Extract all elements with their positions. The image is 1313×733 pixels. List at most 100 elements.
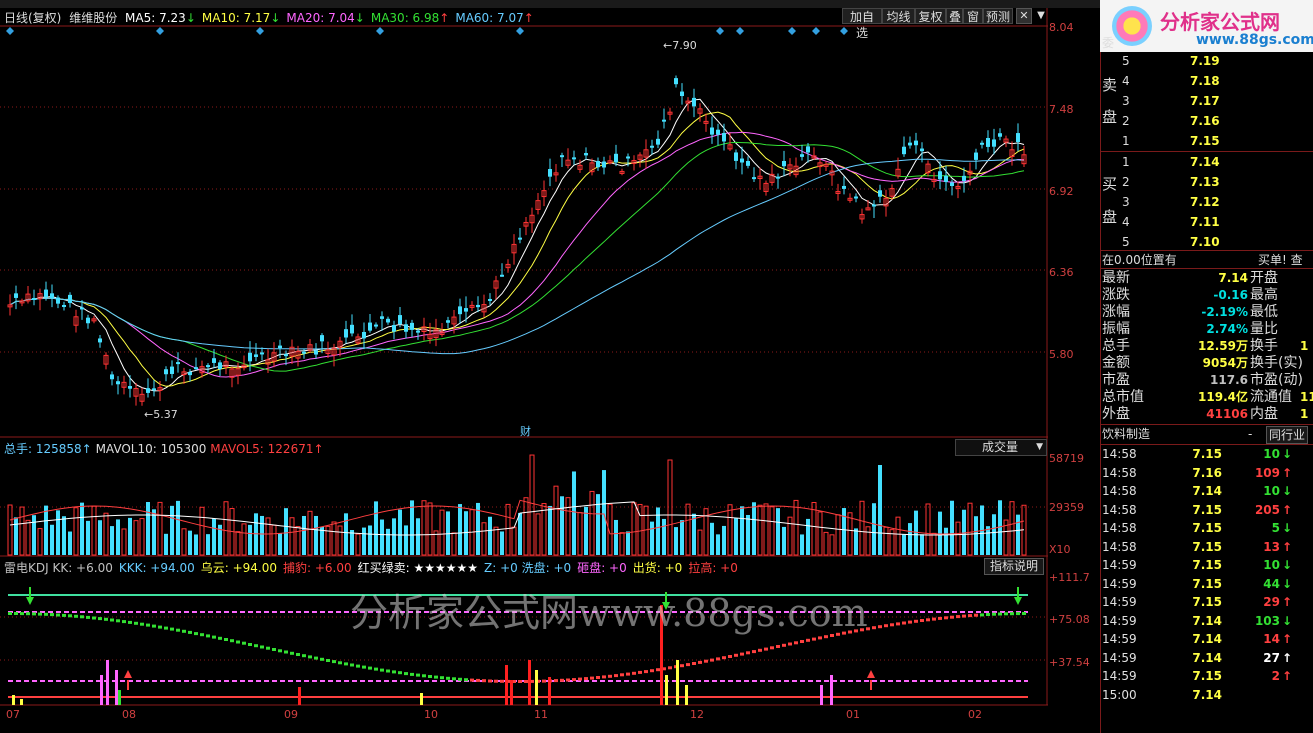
- tick-price: 7.14: [1192, 484, 1222, 498]
- tick-price: 7.14: [1192, 614, 1222, 628]
- ma-legend-item: MA20: 7.04: [286, 11, 355, 25]
- stat-label: 总手: [1102, 338, 1130, 354]
- arrow-down-icon: ↓: [1282, 577, 1293, 591]
- tick-volume: 2: [1271, 669, 1280, 683]
- price-axis-label: 8.04: [1049, 21, 1074, 34]
- price-axis-label: 7.48: [1049, 103, 1074, 116]
- sell-level-price[interactable]: 7.19: [1190, 52, 1220, 70]
- industry-dash: -: [1248, 427, 1253, 441]
- close-chart-button[interactable]: ✕: [1016, 8, 1032, 24]
- volume-dropdown[interactable]: 成交量 ▼: [955, 439, 1047, 456]
- stat-label: 最新: [1102, 270, 1130, 286]
- stat-value: 9054万: [1202, 356, 1248, 370]
- buy-level-price[interactable]: 7.10: [1190, 233, 1220, 251]
- buy-label-bottom: 盘: [1102, 208, 1118, 226]
- stat-value: 117.6: [1210, 373, 1248, 387]
- arrow-up-icon: ↑: [1282, 540, 1293, 554]
- chart-button[interactable]: 叠: [946, 8, 963, 24]
- tick-volume: 44: [1263, 577, 1280, 591]
- tick-price: 7.14: [1192, 651, 1222, 665]
- arrow-down-icon: ↓: [1282, 484, 1293, 498]
- ma-arrow: ↑: [439, 11, 450, 25]
- stat-label-right: 最低: [1250, 304, 1278, 320]
- buy-level-index: 2: [1122, 175, 1130, 189]
- ma-legend-item: MA60: 7.07: [455, 11, 524, 25]
- tick-time: 14:58: [1102, 447, 1137, 461]
- indicator-legend: 雷电KDJ KK: +6.00 KKK: +94.00 乌云: +94.00 捕豹: …: [4, 559, 744, 576]
- stat-value: 12.59万: [1198, 339, 1248, 353]
- tick-price: 7.15: [1192, 595, 1222, 609]
- tick-row: 14:58 7.15 205 ↑: [1102, 501, 1292, 519]
- stat-label-right: 量比: [1250, 321, 1278, 337]
- tick-row: 14:59 7.15 29 ↑: [1102, 593, 1292, 611]
- indicator-legend-item: 捕豹: +6.00: [283, 561, 352, 575]
- moving-average-lines: [9, 98, 1025, 392]
- indicator-legend-item: 乌云: +94.00: [200, 561, 277, 575]
- tick-time: 14:59: [1102, 595, 1137, 609]
- sell-level-price[interactable]: 7.15: [1190, 132, 1220, 150]
- chart-button[interactable]: 加自选: [842, 8, 882, 40]
- arrow-down-icon: ↓: [1282, 558, 1293, 572]
- date-axis-label: 07: [6, 708, 20, 721]
- arrow-up-icon: ↑: [1282, 669, 1293, 683]
- tick-row: 14:59 7.14 103 ↓: [1102, 612, 1292, 630]
- ma-legend-item: MA30: 6.98: [370, 11, 440, 25]
- indicator-axis-label: +37.54: [1049, 656, 1090, 669]
- stock-name: 维维股份: [69, 11, 118, 25]
- chart-button[interactable]: 均线: [882, 8, 915, 24]
- volume-legend: 总手: 125858↑ MAVOL10: 105300 MAVOL5: 1226…: [4, 442, 324, 456]
- tick-price: 7.15: [1192, 447, 1222, 461]
- tick-price: 7.14: [1192, 632, 1222, 646]
- flower-logo-icon: [1112, 6, 1152, 46]
- indicator-legend-item: 红买绿卖: ★★★★★★: [357, 561, 479, 575]
- high-annotation: ←7.90: [663, 39, 697, 52]
- tick-time: 14:58: [1102, 484, 1137, 498]
- stat-label: 总市值: [1102, 389, 1144, 405]
- stat-label: 振幅: [1102, 321, 1130, 337]
- stat-label-right: 开盘: [1250, 270, 1278, 286]
- sell-level-price[interactable]: 7.18: [1190, 72, 1220, 90]
- position-left: 在0.00位置有: [1102, 253, 1177, 267]
- buy-level-price[interactable]: 7.12: [1190, 193, 1220, 211]
- sell-level-price[interactable]: 7.16: [1190, 112, 1220, 130]
- chevron-down-icon[interactable]: ▼: [1034, 8, 1048, 24]
- date-axis-label: 11: [534, 708, 548, 721]
- arrow-up-icon: ↑: [1282, 651, 1293, 665]
- chart-button[interactable]: 预测: [983, 8, 1013, 24]
- stat-label: 市盈: [1102, 372, 1130, 388]
- indicator-help-button[interactable]: 指标说明: [984, 558, 1044, 575]
- sell-level-index: 4: [1122, 74, 1130, 88]
- ma-legend-item: MA5: 7.23: [125, 11, 186, 25]
- sell-level-index: 1: [1122, 134, 1130, 148]
- tick-row: 14:58 7.15 13 ↑: [1102, 538, 1292, 556]
- volume-total: 总手: 125858: [4, 442, 82, 456]
- sell-level-price[interactable]: 7.17: [1190, 92, 1220, 110]
- stat-value: -0.16: [1213, 288, 1248, 302]
- indicator-axis-label: +111.7: [1049, 571, 1090, 584]
- tick-volume: 5: [1271, 521, 1280, 535]
- stat-partial-value: 11: [1300, 390, 1313, 404]
- tick-time: 14:59: [1102, 669, 1137, 683]
- site-logo: 分析家公式网 www.88gs.com: [1100, 0, 1313, 52]
- ma-arrow: ↓: [354, 11, 365, 25]
- buy-level-price[interactable]: 7.11: [1190, 213, 1220, 231]
- date-axis-label: 12: [690, 708, 704, 721]
- indicator-legend-item: 雷电KDJ KK: +6.00: [4, 561, 113, 575]
- tick-row: 14:59 7.15 44 ↓: [1102, 575, 1292, 593]
- stat-value: 7.14: [1218, 271, 1248, 285]
- logo-url: www.88gs.com: [1196, 32, 1313, 48]
- indicator-axis-label: +75.08: [1049, 613, 1090, 626]
- same-industry-button[interactable]: 同行业: [1266, 426, 1309, 444]
- chart-button[interactable]: 复权: [915, 8, 946, 24]
- position-right[interactable]: 买单! 查: [1258, 251, 1303, 269]
- orderbook-divider: [1100, 151, 1313, 152]
- finance-marker[interactable]: 财: [520, 423, 531, 439]
- chart-button[interactable]: 窗: [963, 8, 983, 24]
- buy-label-top: 买: [1102, 175, 1118, 193]
- arrow-up-icon: ↑: [1282, 595, 1293, 609]
- volume-mavol5: MAVOL5: 122671: [210, 442, 314, 456]
- date-axis-label: 09: [284, 708, 298, 721]
- buy-level-price[interactable]: 7.14: [1190, 153, 1220, 171]
- buy-level-price[interactable]: 7.13: [1190, 173, 1220, 191]
- indicator-legend-item: KKK: +94.00: [118, 561, 195, 575]
